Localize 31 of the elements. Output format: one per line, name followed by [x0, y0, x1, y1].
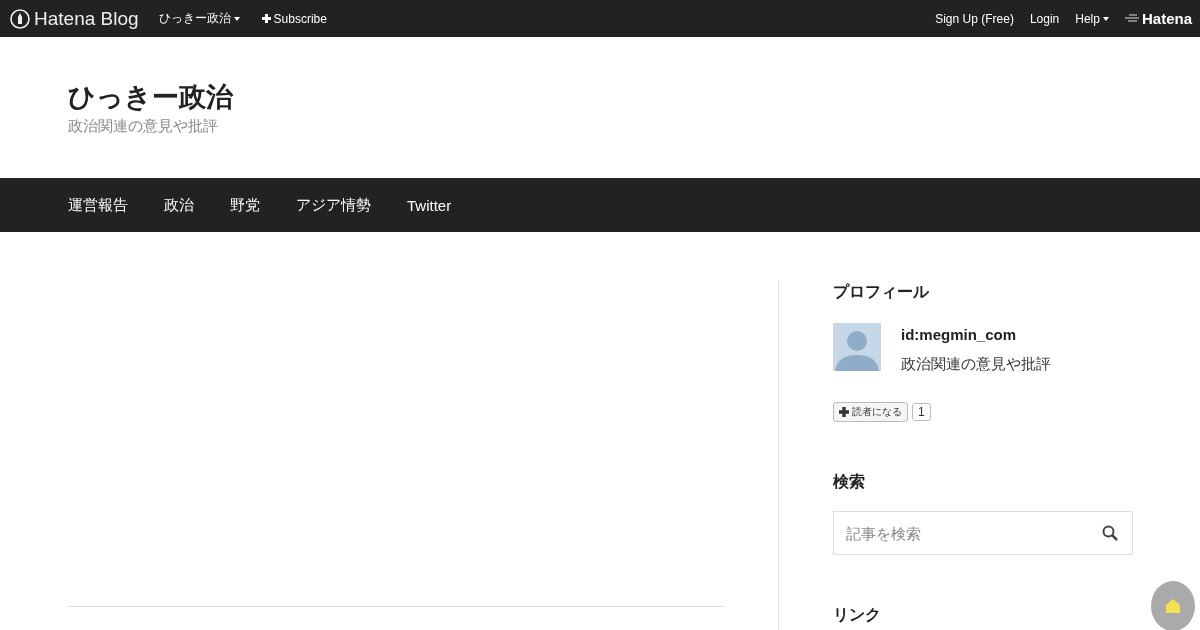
lines-icon	[1124, 14, 1139, 23]
profile-id[interactable]: id:megmin_com	[901, 326, 1051, 343]
help-menu[interactable]: Help	[1075, 11, 1109, 26]
blog-title[interactable]: ひっきー政治	[68, 79, 1132, 115]
caret-icon	[1102, 16, 1109, 21]
subscribe-link[interactable]: Subscribe	[261, 11, 327, 26]
house-icon	[1165, 598, 1181, 614]
search-icon[interactable]	[1102, 525, 1118, 541]
nav-link[interactable]: 政治	[164, 195, 194, 215]
nav-link[interactable]: 野党	[230, 195, 260, 215]
search-heading: 検索	[833, 472, 866, 492]
profile-heading: プロフィール	[833, 282, 930, 302]
search-field[interactable]: 記事を検索	[833, 511, 1133, 555]
nav-link[interactable]: Twitter	[407, 196, 452, 214]
hatena-logo[interactable]: Hatena	[1124, 10, 1192, 27]
blog-description: 政治関連の意見や批評	[68, 117, 219, 136]
hatena-blog-logo[interactable]: Hatena Blog	[10, 7, 139, 30]
profile-description: 政治関連の意見や批評	[901, 355, 1051, 374]
subscriber-count: 1	[912, 403, 931, 421]
links-heading: リンク	[833, 605, 882, 625]
top-link[interactable]: Sign Up (Free)	[935, 11, 1014, 26]
caret-icon	[233, 16, 240, 21]
nav-link[interactable]: アジア情勢	[296, 195, 371, 215]
avatar-silhouette	[833, 323, 881, 371]
plus-icon	[261, 14, 271, 23]
top-link[interactable]: Login	[1029, 11, 1060, 26]
nav-link[interactable]: 運営報告	[68, 195, 128, 215]
plus-icon	[839, 407, 849, 417]
blog-menu[interactable]: ひっきー政治	[158, 10, 240, 27]
pen-circle-icon	[10, 8, 30, 29]
subscribe-button[interactable]: 読者になる	[833, 402, 908, 422]
